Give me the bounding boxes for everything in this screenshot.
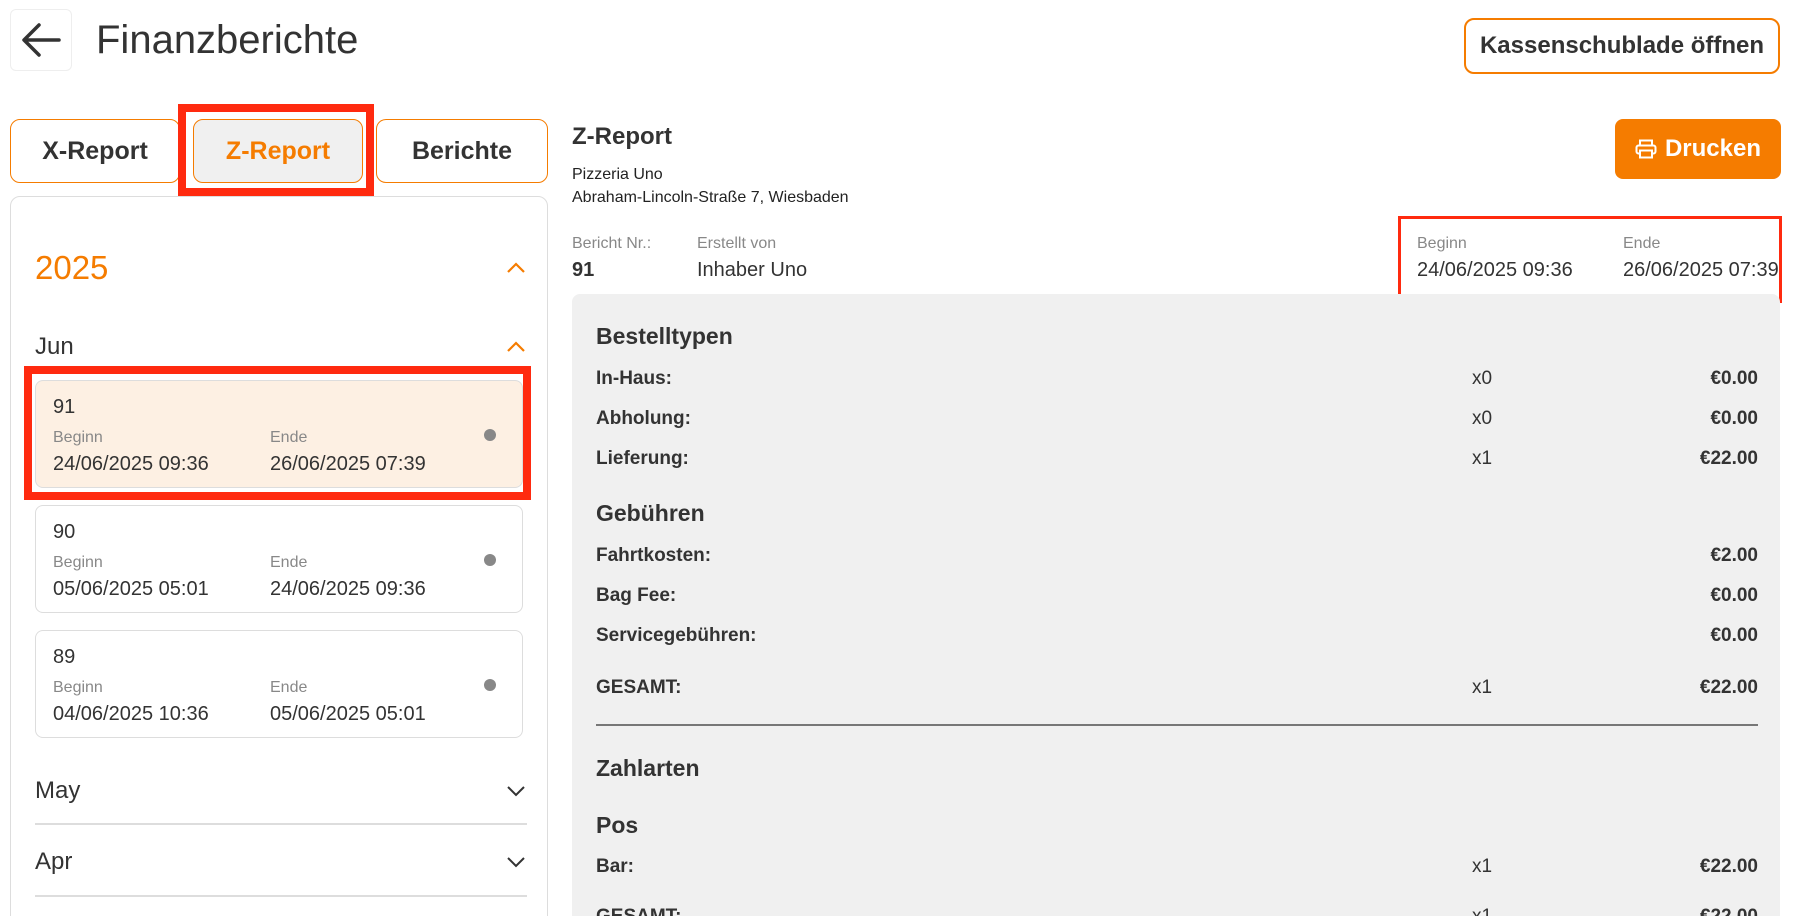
- fee-label: Servicegebühren:: [596, 625, 757, 646]
- begin-label: Beginn: [53, 554, 103, 571]
- fee-amount: €2.00: [1710, 545, 1758, 566]
- month-header-jun[interactable]: Jun: [35, 333, 527, 361]
- begin-label: Beginn: [53, 679, 103, 696]
- order-type-amount: €0.00: [1710, 368, 1758, 389]
- payment-count: x1: [1472, 856, 1493, 877]
- payment-total-label: GESAMT:: [596, 906, 682, 916]
- report-list-panel: 2025 Jun 91 Beginn 24/06/2025 09:36 Ende…: [10, 196, 548, 916]
- report-number-value: 91: [572, 259, 595, 281]
- order-type-count: x0: [1472, 368, 1493, 389]
- chevron-down-icon: [505, 780, 527, 802]
- year-label: 2025: [35, 249, 109, 286]
- pos-heading: Pos: [596, 812, 639, 838]
- order-types-heading: Bestelltypen: [596, 323, 733, 349]
- month-label: May: [35, 777, 81, 804]
- report-summary: Bestelltypen In-Haus: x0 €0.00 Abholung:…: [572, 294, 1780, 916]
- report-item[interactable]: 89 Beginn 04/06/2025 10:36 Ende 05/06/20…: [35, 630, 523, 738]
- print-button[interactable]: Drucken: [1615, 119, 1781, 179]
- begin-value: 04/06/2025 10:36: [53, 703, 209, 725]
- order-type-label: Abholung:: [596, 408, 691, 429]
- order-type-amount: €22.00: [1699, 448, 1758, 469]
- payment-methods-heading: Zahlarten: [596, 755, 700, 781]
- payment-total-amount: €22.00: [1700, 906, 1758, 916]
- print-button-label: Drucken: [1664, 135, 1762, 162]
- arrow-left-icon: [22, 23, 61, 57]
- fee-label: Fahrtkosten:: [596, 545, 712, 566]
- report-number: 90: [53, 521, 76, 543]
- chevron-up-icon: [505, 257, 527, 279]
- total-amount: €22.00: [1699, 677, 1758, 698]
- month-header-apr[interactable]: Apr: [35, 848, 527, 876]
- divider: [35, 823, 527, 825]
- order-type-amount: €0.00: [1710, 408, 1758, 429]
- highlight-selected-report: [24, 366, 531, 500]
- tab-x-report[interactable]: X-Report: [10, 119, 180, 183]
- order-type-count: x0: [1472, 408, 1493, 429]
- report-number-label: Bericht Nr.:: [572, 235, 652, 252]
- page-title: Finanzberichte: [96, 18, 359, 62]
- payment-amount: €22.00: [1699, 856, 1758, 877]
- month-label: Jun: [35, 333, 74, 360]
- tab-berichte[interactable]: Berichte: [376, 119, 548, 183]
- report-number: 89: [53, 646, 76, 668]
- created-by-value: Inhaber Uno: [697, 259, 808, 281]
- total-count: x1: [1472, 677, 1493, 698]
- divider: [35, 895, 527, 897]
- begin-value: 05/06/2025 05:01: [53, 578, 209, 600]
- chevron-down-icon: [505, 851, 527, 873]
- fees-heading: Gebühren: [596, 500, 705, 526]
- shop-name: Pizzeria Uno: [572, 166, 663, 183]
- fee-label: Bag Fee:: [596, 585, 677, 606]
- total-label: GESAMT:: [596, 677, 682, 698]
- order-type-label: Lieferung:: [596, 448, 689, 469]
- order-type-count: x1: [1472, 448, 1493, 469]
- end-value: 05/06/2025 05:01: [270, 703, 426, 725]
- report-title: Z-Report: [572, 123, 672, 150]
- payment-total-count: x1: [1472, 906, 1492, 916]
- summary-divider: [596, 724, 1758, 726]
- shop-address: Abraham-Lincoln-Straße 7, Wiesbaden: [572, 189, 849, 206]
- report-item[interactable]: 90 Beginn 05/06/2025 05:01 Ende 24/06/20…: [35, 505, 523, 613]
- month-header-may[interactable]: May: [35, 777, 527, 805]
- fee-amount: €0.00: [1710, 625, 1758, 646]
- order-type-label: In-Haus:: [596, 368, 672, 389]
- end-label: Ende: [270, 554, 308, 571]
- created-by-label: Erstellt von: [697, 235, 777, 252]
- status-dot: [484, 679, 496, 691]
- chevron-up-icon: [505, 336, 527, 358]
- printer-icon: [1635, 139, 1657, 159]
- month-label: Apr: [35, 848, 73, 875]
- payment-label: Bar:: [596, 856, 635, 877]
- highlight-report-period: [1398, 216, 1782, 303]
- end-value: 24/06/2025 09:36: [270, 578, 426, 600]
- fee-amount: €0.00: [1710, 585, 1758, 606]
- report-detail: Z-Report Pizzeria Uno Abraham-Lincoln-St…: [572, 0, 1782, 916]
- end-label: Ende: [270, 679, 308, 696]
- highlight-z-report-tab: [178, 104, 374, 196]
- back-button[interactable]: [10, 9, 72, 71]
- status-dot: [484, 554, 496, 566]
- year-header[interactable]: 2025: [35, 249, 527, 287]
